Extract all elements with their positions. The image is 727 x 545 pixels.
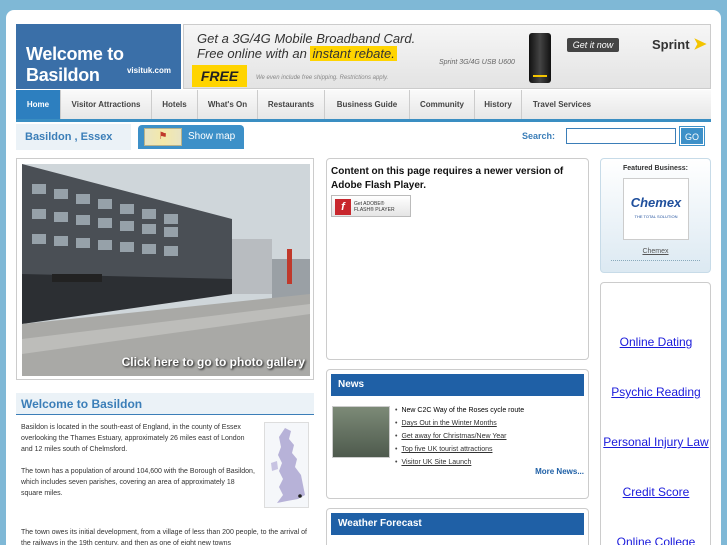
usb-modem-icon [529, 33, 551, 83]
featured-heading: Featured Business: [623, 165, 688, 172]
ad-fine-print: We even include free shipping. Restricti… [256, 75, 389, 81]
ad-highlight: instant rebate. [310, 46, 397, 61]
ad-link-psychic-reading[interactable]: Psychic Reading [581, 385, 721, 399]
nav-home[interactable]: Home [16, 90, 61, 119]
location-bar: Basildon , Essex ⚑ Show map Search: GO [16, 124, 711, 150]
ad-link-online-dating[interactable]: Online Dating [581, 335, 721, 349]
news-item[interactable]: Visitor UK Site Launch [395, 456, 524, 469]
news-item[interactable]: Top five UK tourist attractions [395, 443, 524, 456]
site-logo[interactable]: Welcome to Basildon visituk.com [16, 24, 181, 89]
news-panel: News New C2C Way of the Roses cycle rout… [326, 369, 589, 499]
page: Welcome to Basildon visituk.com Get a 3G… [6, 10, 721, 545]
news-item[interactable]: New C2C Way of the Roses cycle route [395, 404, 524, 417]
nav-community[interactable]: Community [410, 90, 475, 119]
get-flash-player-button[interactable]: f Get ADOBE® FLASH® PLAYER [331, 195, 411, 217]
ad-link-online-college[interactable]: Online College [581, 535, 721, 545]
search-label: Search: [522, 131, 556, 141]
gallery-caption: Click here to go to photo gallery [121, 355, 305, 369]
ad-link-personal-injury-law[interactable]: Personal Injury Law [581, 435, 721, 449]
street-photo [22, 164, 310, 376]
nav-travel-services[interactable]: Travel Services [522, 90, 602, 119]
ad-free-badge: FREE [192, 65, 247, 87]
divider [611, 260, 700, 261]
nav-business-guide[interactable]: Business Guide [325, 90, 410, 119]
flash-content-box: Content on this page requires a newer ve… [326, 158, 589, 360]
flash-icon: f [335, 199, 351, 215]
welcome-paragraph-1: Basildon is located in the south-east of… [21, 424, 245, 453]
search-go-button[interactable]: GO [679, 126, 705, 146]
search-input[interactable] [566, 128, 676, 144]
sprint-logo: Sprint ➤ [652, 36, 707, 53]
nav-restaurants[interactable]: Restaurants [258, 90, 325, 119]
ad-product-name: Sprint 3G/4G USB U600 [439, 59, 515, 66]
show-map-button[interactable]: ⚑ Show map [138, 125, 244, 149]
news-item[interactable]: Get away for Christmas/New Year [395, 430, 524, 443]
photo-gallery-link[interactable]: Click here to go to photo gallery [16, 158, 314, 380]
featured-business-link[interactable]: Chemex [601, 248, 710, 255]
sponsored-links-panel: Online Dating Psychic Reading Personal I… [600, 282, 711, 545]
main-nav: Home Visitor Attractions Hotels What's O… [16, 90, 711, 122]
nav-history[interactable]: History [475, 90, 522, 119]
nav-visitor-attractions[interactable]: Visitor Attractions [61, 90, 152, 119]
uk-map-image [264, 422, 309, 508]
news-item[interactable]: Days Out in the Winter Months [395, 417, 524, 430]
featured-business-panel: Featured Business: Chemex THE TOTAL SOLU… [600, 158, 711, 273]
welcome-paragraph-2: The town has a population of around 104,… [21, 468, 255, 497]
site-title: Welcome to Basildon [26, 44, 124, 85]
site-subtitle: visituk.com [126, 66, 171, 75]
ad-line-2: Free online with an instant rebate. [197, 46, 397, 61]
news-heading: News [331, 374, 584, 396]
flash-message: Content on this page requires a newer ve… [331, 166, 564, 191]
weather-panel: Weather Forecast [326, 508, 589, 545]
welcome-text: Basildon is located in the south-east of… [21, 422, 256, 499]
news-thumbnail[interactable] [332, 406, 390, 458]
map-icon: ⚑ [144, 128, 182, 146]
ad-link-credit-score[interactable]: Credit Score [581, 485, 721, 499]
welcome-heading: Welcome to Basildon [16, 393, 314, 415]
nav-whats-on[interactable]: What's On [198, 90, 258, 119]
location-name: Basildon , Essex [16, 124, 131, 150]
ad-line-1: Get a 3G/4G Mobile Broadband Card. [197, 31, 416, 46]
chemex-logo[interactable]: Chemex THE TOTAL SOLUTION [623, 178, 689, 240]
ad-cta-button[interactable]: Get it now [567, 38, 619, 52]
weather-heading: Weather Forecast [331, 513, 584, 535]
welcome-paragraph-3: The town owes its initial development, f… [21, 529, 307, 545]
nav-hotels[interactable]: Hotels [152, 90, 198, 119]
more-news-link[interactable]: More News... [535, 467, 584, 476]
banner-ad[interactable]: Get a 3G/4G Mobile Broadband Card. Free … [183, 24, 711, 89]
news-list: New C2C Way of the Roses cycle route Day… [395, 404, 524, 469]
